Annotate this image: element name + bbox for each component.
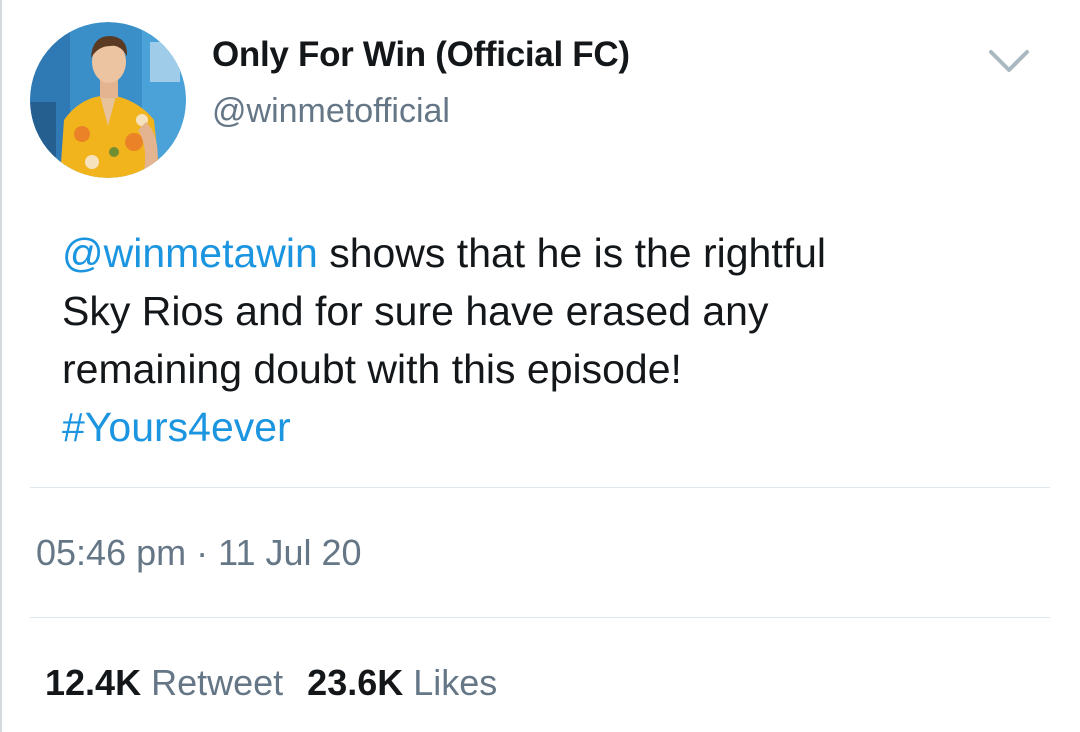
mention-link[interactable]: @winmetawin [62, 230, 318, 276]
tweet-text: @winmetawin shows that he is the rightfu… [62, 224, 1052, 456]
tweet-detail: Only For Win (Official FC) @winmetoffici… [0, 0, 1080, 732]
tweet-text-line-2: Sky Rios and for sure have erased any [62, 288, 769, 334]
hashtag-link[interactable]: #Yours4ever [62, 404, 291, 450]
tweet-text-line-1: @winmetawin shows that he is the rightfu… [62, 224, 1052, 282]
retweets-stat[interactable]: 12.4K Retweet [45, 662, 283, 703]
chevron-down-icon[interactable] [986, 44, 1032, 78]
tweet-timestamp[interactable]: 05:46 pm · 11 Jul 20 [36, 532, 362, 574]
likes-stat[interactable]: 23.6K Likes [307, 662, 497, 703]
divider [30, 617, 1050, 618]
engagement-stats: 12.4K Retweet 23.6K Likes [45, 662, 497, 704]
display-name[interactable]: Only For Win (Official FC) [212, 35, 630, 75]
retweet-count: 12.4K [45, 662, 142, 703]
likes-label: Likes [413, 662, 498, 703]
avatar-image [30, 22, 186, 178]
tweet-text-line-4: #Yours4ever [62, 398, 1052, 456]
timestamp-separator: · [186, 532, 219, 573]
tweet-text-line-3: remaining doubt with this episode! [62, 346, 682, 392]
avatar[interactable] [30, 22, 186, 178]
tweet-date: 11 Jul 20 [218, 532, 362, 573]
divider [30, 487, 1050, 488]
retweet-label: Retweet [151, 662, 284, 703]
tweet-text-fragment: shows that he is the rightful [317, 230, 827, 276]
likes-count: 23.6K [307, 662, 404, 703]
user-handle[interactable]: @winmetofficial [212, 92, 450, 131]
tweet-time: 05:46 pm [36, 532, 187, 573]
